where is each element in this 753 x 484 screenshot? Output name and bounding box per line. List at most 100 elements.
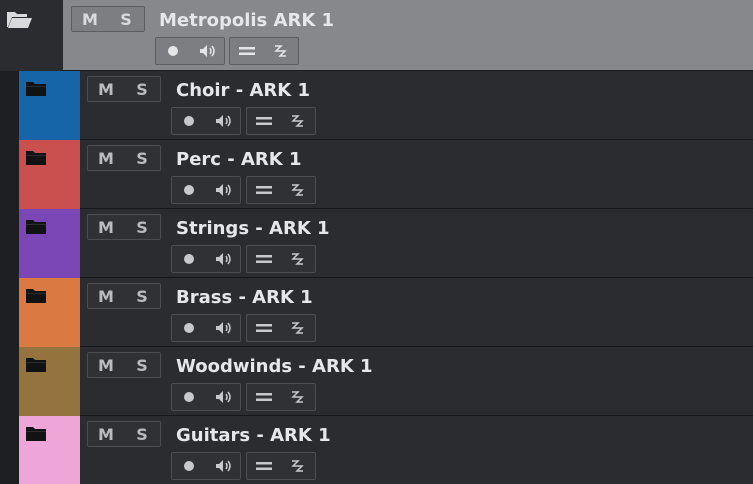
edit-channel-button[interactable] — [247, 384, 281, 410]
track-indent — [0, 416, 19, 484]
solo-button[interactable]: S — [124, 146, 160, 170]
track-name[interactable]: Woodwinds - ARK 1 — [176, 356, 373, 377]
parent-track-strip — [0, 0, 63, 71]
record-enable-button[interactable] — [172, 453, 206, 479]
edit-channel-button[interactable] — [247, 108, 281, 134]
record-enable-button[interactable] — [156, 38, 190, 64]
monitor-button[interactable] — [206, 246, 240, 272]
track-color-swatch[interactable] — [19, 278, 80, 347]
folder-icon[interactable] — [25, 425, 47, 442]
record-icon — [184, 116, 194, 126]
edit-channel-button[interactable] — [230, 38, 264, 64]
automation-curve-icon — [291, 460, 304, 472]
track-name[interactable]: Choir - ARK 1 — [176, 80, 310, 101]
track-color-swatch[interactable] — [19, 416, 80, 484]
folder-icon[interactable] — [25, 287, 47, 304]
monitor-button[interactable] — [190, 38, 224, 64]
automation-button[interactable] — [281, 246, 315, 272]
solo-button[interactable]: S — [124, 284, 160, 308]
folder-icon[interactable] — [25, 218, 47, 235]
record-monitor-group — [171, 176, 241, 204]
record-monitor-group — [171, 452, 241, 480]
folder-icon[interactable] — [25, 149, 47, 166]
record-enable-button[interactable] — [172, 108, 206, 134]
track-row[interactable]: M S Perc - ARK 1 — [0, 140, 753, 209]
track-indent — [0, 209, 19, 278]
folder-icon[interactable] — [25, 356, 47, 373]
edit-automation-group — [246, 107, 316, 135]
speaker-icon — [216, 391, 231, 403]
edit-channel-button[interactable] — [247, 177, 281, 203]
speaker-icon — [200, 45, 215, 57]
mute-button[interactable]: M — [88, 146, 124, 170]
track-row[interactable]: M S Woodwinds - ARK 1 — [0, 347, 753, 416]
edit-automation-group — [246, 245, 316, 273]
record-icon — [184, 185, 194, 195]
automation-button[interactable] — [264, 38, 298, 64]
record-icon — [184, 461, 194, 471]
record-enable-button[interactable] — [172, 384, 206, 410]
solo-button[interactable]: S — [108, 7, 144, 31]
equals-icon — [239, 47, 255, 55]
mute-button[interactable]: M — [88, 284, 124, 308]
edit-channel-button[interactable] — [247, 246, 281, 272]
track-color-swatch[interactable] — [19, 71, 80, 140]
track-row[interactable]: M S Choir - ARK 1 — [0, 71, 753, 140]
automation-button[interactable] — [281, 108, 315, 134]
solo-button[interactable]: S — [124, 422, 160, 446]
mute-solo-group: M S — [71, 6, 145, 32]
mute-solo-group: M S — [87, 421, 161, 447]
mute-button[interactable]: M — [88, 215, 124, 239]
mute-button[interactable]: M — [72, 7, 108, 31]
edit-channel-button[interactable] — [247, 453, 281, 479]
record-monitor-group — [171, 107, 241, 135]
monitor-button[interactable] — [206, 384, 240, 410]
automation-curve-icon — [291, 391, 304, 403]
automation-curve-icon — [291, 253, 304, 265]
mute-solo-group: M S — [87, 145, 161, 171]
record-enable-button[interactable] — [172, 177, 206, 203]
monitor-button[interactable] — [206, 453, 240, 479]
speaker-icon — [216, 460, 231, 472]
mute-button[interactable]: M — [88, 353, 124, 377]
mute-button[interactable]: M — [88, 77, 124, 101]
edit-automation-group — [246, 176, 316, 204]
solo-button[interactable]: S — [124, 353, 160, 377]
automation-button[interactable] — [281, 177, 315, 203]
track-color-swatch[interactable] — [19, 140, 80, 209]
track-row[interactable]: M S Brass - ARK 1 — [0, 278, 753, 347]
track-name[interactable]: Brass - ARK 1 — [176, 287, 313, 308]
automation-curve-icon — [291, 115, 304, 127]
track-row[interactable]: M S Guitars - ARK 1 — [0, 416, 753, 484]
track-color-swatch[interactable] — [19, 209, 80, 278]
track-row[interactable]: M S Strings - ARK 1 — [0, 209, 753, 278]
automation-button[interactable] — [281, 453, 315, 479]
equals-icon — [256, 255, 272, 263]
track-name[interactable]: Metropolis ARK 1 — [159, 10, 334, 31]
track-name[interactable]: Perc - ARK 1 — [176, 149, 301, 170]
record-enable-button[interactable] — [172, 246, 206, 272]
monitor-button[interactable] — [206, 177, 240, 203]
monitor-button[interactable] — [206, 108, 240, 134]
record-enable-button[interactable] — [172, 315, 206, 341]
record-monitor-group — [171, 245, 241, 273]
record-icon — [184, 392, 194, 402]
track-name[interactable]: Guitars - ARK 1 — [176, 425, 331, 446]
mute-solo-group: M S — [87, 352, 161, 378]
automation-button[interactable] — [281, 384, 315, 410]
folder-open-icon[interactable] — [5, 8, 33, 30]
track-indent — [0, 140, 19, 209]
monitor-button[interactable] — [206, 315, 240, 341]
parent-track-row[interactable]: M S Metropolis ARK 1 — [0, 0, 753, 71]
edit-channel-button[interactable] — [247, 315, 281, 341]
track-color-swatch[interactable] — [19, 347, 80, 416]
solo-button[interactable]: S — [124, 77, 160, 101]
speaker-icon — [216, 322, 231, 334]
mute-button[interactable]: M — [88, 422, 124, 446]
track-name[interactable]: Strings - ARK 1 — [176, 218, 330, 239]
automation-button[interactable] — [281, 315, 315, 341]
mute-solo-group: M S — [87, 214, 161, 240]
folder-icon[interactable] — [25, 80, 47, 97]
solo-button[interactable]: S — [124, 215, 160, 239]
record-icon — [184, 254, 194, 264]
